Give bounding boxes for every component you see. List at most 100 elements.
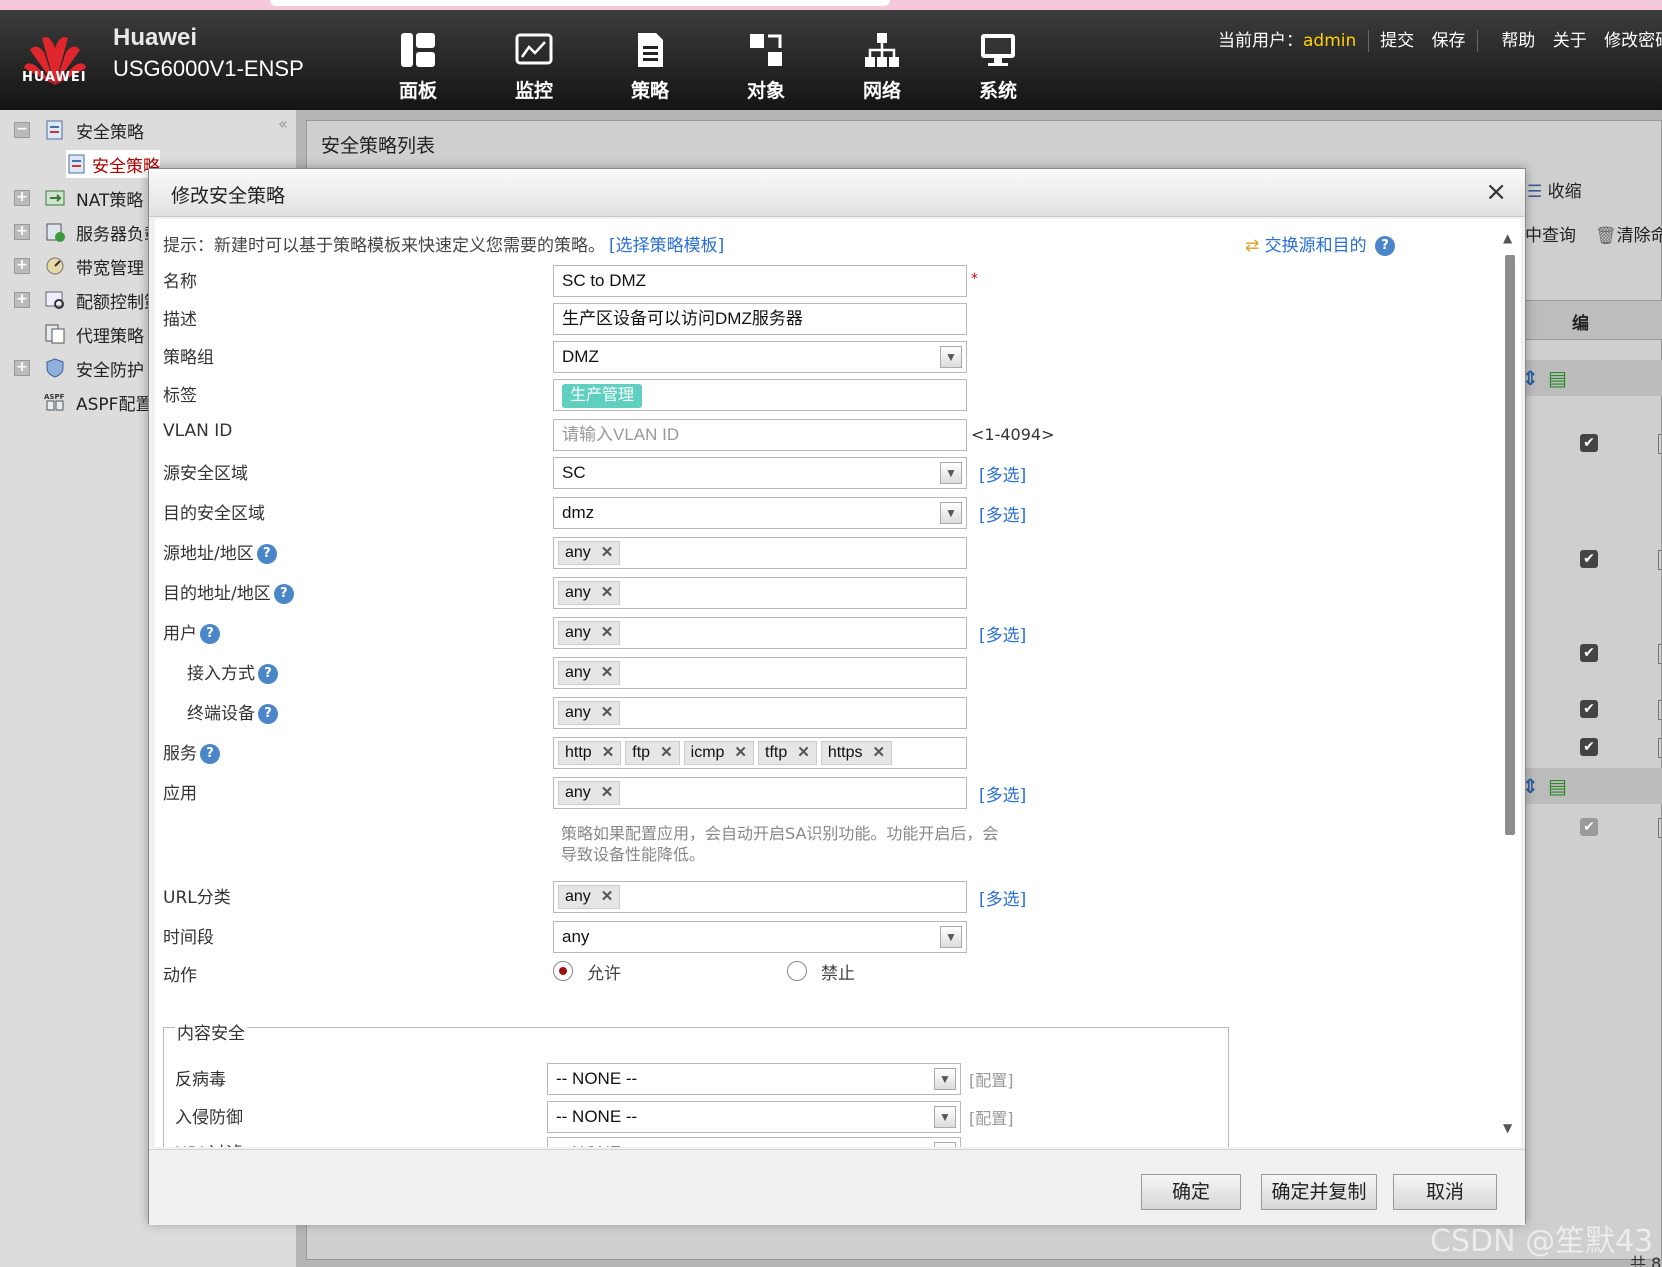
- commit-link[interactable]: 提交: [1380, 31, 1414, 51]
- row-checkbox[interactable]: [1658, 700, 1662, 720]
- expand-tree-icon[interactable]: +: [14, 190, 30, 206]
- desc-input[interactable]: 生产区设备可以访问DMZ服务器: [553, 303, 967, 335]
- expand-tree-icon[interactable]: +: [14, 258, 30, 274]
- name-input[interactable]: SC to DMZ: [553, 265, 967, 297]
- row-checkbox[interactable]: [1658, 434, 1662, 454]
- antivirus-select[interactable]: -- NONE -- ▼: [547, 1063, 961, 1095]
- app-multiselect-link[interactable]: [多选]: [979, 781, 1026, 806]
- enable-checkbox[interactable]: ✔: [1580, 550, 1598, 568]
- chevron-down-icon[interactable]: ▼: [940, 462, 962, 484]
- dst-addr-field[interactable]: any ✕: [553, 577, 967, 609]
- collapse-sidebar-icon[interactable]: «: [278, 114, 288, 133]
- dst-zone-select[interactable]: dmz ▼: [553, 497, 967, 529]
- collapse-button[interactable]: ☰ 收缩: [1527, 177, 1582, 202]
- scrollbar-thumb[interactable]: [1505, 255, 1515, 835]
- ips-config-link[interactable]: [配置]: [969, 1105, 1014, 1129]
- chevron-down-icon[interactable]: ▼: [940, 346, 962, 368]
- enable-checkbox[interactable]: ✔: [1580, 434, 1598, 452]
- chip[interactable]: http ✕: [558, 741, 622, 765]
- sidebar-item-security-policy-sub[interactable]: 安全策略: [66, 150, 160, 178]
- help-icon[interactable]: ?: [200, 744, 220, 764]
- group-select[interactable]: DMZ ▼: [553, 341, 967, 373]
- close-icon[interactable]: ✕: [601, 664, 614, 681]
- save-link[interactable]: 保存: [1432, 31, 1466, 51]
- chevron-down-icon[interactable]: ▼: [934, 1142, 956, 1147]
- close-icon[interactable]: ✕: [660, 744, 673, 761]
- help-icon[interactable]: ?: [258, 664, 278, 684]
- chevron-down-icon[interactable]: ▼: [934, 1106, 956, 1128]
- sidebar-item-nat[interactable]: + NAT策略: [14, 184, 143, 212]
- access-field[interactable]: any ✕: [553, 657, 967, 689]
- collapse-tree-icon[interactable]: −: [14, 122, 30, 138]
- clear-button[interactable]: 🗑清除命: [1595, 221, 1662, 246]
- scroll-down-icon[interactable]: ▼: [1503, 1121, 1512, 1135]
- time-select[interactable]: any ▼: [553, 921, 967, 953]
- row-checkbox[interactable]: [1658, 644, 1662, 664]
- close-icon[interactable]: ✕: [601, 584, 614, 601]
- scroll-up-icon[interactable]: ▲: [1503, 231, 1512, 245]
- sidebar-item-protection[interactable]: + 安全防护: [14, 354, 144, 382]
- close-icon[interactable]: ✕: [601, 784, 614, 801]
- chip[interactable]: any ✕: [558, 661, 621, 685]
- urlfilter-select[interactable]: -- NONE -- ▼: [547, 1137, 961, 1147]
- expand-tree-icon[interactable]: +: [14, 292, 30, 308]
- close-icon[interactable]: ✕: [734, 744, 747, 761]
- help-icon[interactable]: ?: [256, 544, 277, 564]
- export-icon[interactable]: ▤: [1548, 366, 1567, 390]
- antivirus-config-link[interactable]: [配置]: [969, 1067, 1014, 1091]
- app-field[interactable]: any ✕: [553, 777, 967, 809]
- chip[interactable]: ftp ✕: [625, 741, 680, 765]
- query-button[interactable]: 中查询: [1525, 221, 1576, 246]
- url-multiselect-link[interactable]: [多选]: [979, 885, 1026, 910]
- enable-checkbox[interactable]: ✔: [1580, 818, 1598, 836]
- sidebar-item-bandwidth[interactable]: + 带宽管理: [14, 252, 144, 280]
- permit-radio[interactable]: [553, 961, 573, 981]
- expand-tree-icon[interactable]: +: [14, 360, 30, 376]
- tag-chip[interactable]: 生产管理: [562, 384, 643, 408]
- close-icon[interactable]: ✕: [601, 704, 614, 721]
- chevron-down-icon[interactable]: ▼: [934, 1068, 956, 1090]
- user-multiselect-link[interactable]: [多选]: [979, 621, 1026, 646]
- dst-zone-multiselect-link[interactable]: [多选]: [979, 501, 1026, 526]
- chip[interactable]: https ✕: [820, 741, 893, 765]
- nav-monitor[interactable]: 监控: [476, 30, 592, 103]
- chip[interactable]: any ✕: [558, 701, 621, 725]
- src-addr-field[interactable]: any ✕: [553, 537, 967, 569]
- chip[interactable]: icmp ✕: [683, 741, 754, 765]
- help-link[interactable]: 帮助: [1501, 31, 1535, 51]
- close-icon[interactable]: ×: [1485, 177, 1507, 207]
- service-field[interactable]: http ✕ ftp ✕ icmp ✕ tftp ✕ https ✕: [553, 737, 967, 769]
- chip[interactable]: any ✕: [558, 885, 621, 909]
- src-zone-multiselect-link[interactable]: [多选]: [979, 461, 1026, 486]
- row-checkbox[interactable]: [1658, 818, 1662, 838]
- chip[interactable]: tftp ✕: [758, 741, 817, 765]
- export-icon[interactable]: ▤: [1548, 774, 1567, 798]
- nav-system[interactable]: 系统: [940, 30, 1056, 103]
- sidebar-item-aspf[interactable]: ASPF ASPF配置: [14, 388, 152, 416]
- ok-copy-button[interactable]: 确定并复制: [1261, 1174, 1377, 1210]
- chevron-down-icon[interactable]: ▼: [940, 502, 962, 524]
- close-icon[interactable]: ✕: [601, 624, 614, 641]
- url-field[interactable]: any ✕: [553, 881, 967, 913]
- help-icon[interactable]: ?: [258, 704, 278, 724]
- nav-object[interactable]: 对象: [708, 30, 824, 103]
- chip[interactable]: any ✕: [558, 781, 621, 805]
- chip[interactable]: any ✕: [558, 541, 621, 565]
- enable-checkbox[interactable]: ✔: [1580, 738, 1598, 756]
- sidebar-item-proxy[interactable]: 代理策略: [14, 320, 144, 348]
- change-password-link[interactable]: 修改密码: [1604, 31, 1662, 51]
- close-icon[interactable]: ✕: [873, 744, 886, 761]
- src-zone-select[interactable]: SC ▼: [553, 457, 967, 489]
- close-icon[interactable]: ✕: [601, 544, 614, 561]
- expand-tree-icon[interactable]: +: [14, 224, 30, 240]
- about-link[interactable]: 关于: [1553, 31, 1587, 51]
- chip[interactable]: any ✕: [558, 581, 621, 605]
- ok-button[interactable]: 确定: [1141, 1174, 1241, 1210]
- tag-field[interactable]: 生产管理: [553, 379, 967, 411]
- urlfilter-config-link[interactable]: [配置]: [969, 1141, 1014, 1147]
- close-icon[interactable]: ✕: [602, 744, 615, 761]
- help-icon[interactable]: ?: [200, 624, 220, 644]
- row-checkbox[interactable]: [1658, 550, 1662, 570]
- vlan-input[interactable]: 请输入VLAN ID: [553, 419, 967, 451]
- close-icon[interactable]: ✕: [601, 888, 614, 905]
